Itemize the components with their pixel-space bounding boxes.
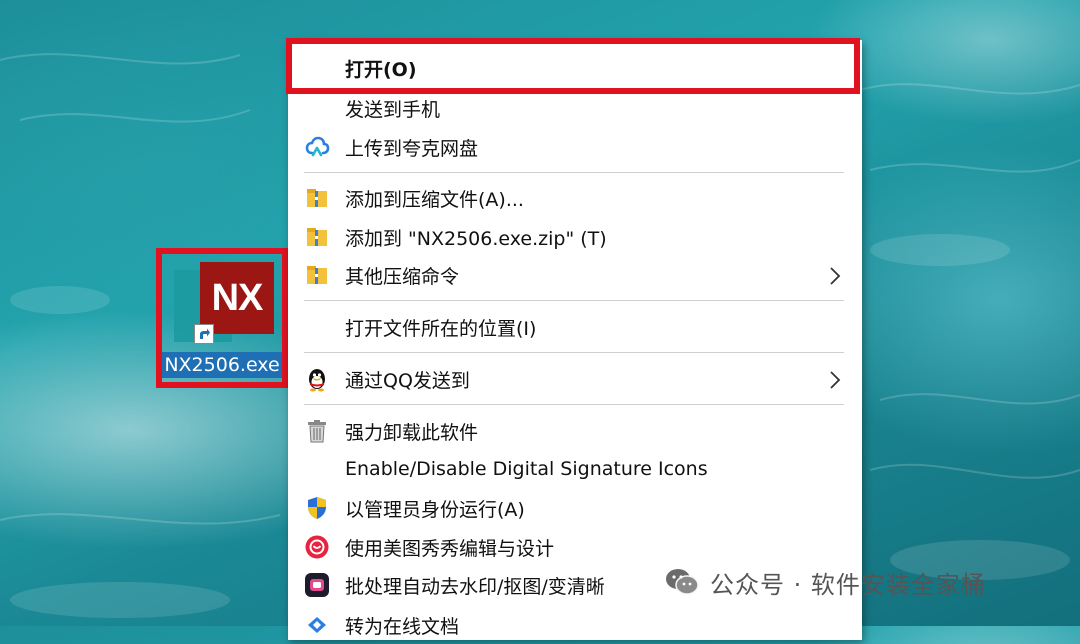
archive-icon bbox=[307, 266, 327, 284]
wechat-icon bbox=[666, 569, 699, 595]
menu-item-label: 发送到手机 bbox=[345, 98, 441, 121]
batch-edit-icon bbox=[305, 573, 329, 597]
menu-item-open[interactable]: 打开(O) bbox=[288, 49, 862, 87]
menu-separator bbox=[304, 404, 844, 405]
menu-item-label: 强力卸载此软件 bbox=[345, 421, 479, 444]
menu-item-add-to-zip[interactable]: 添加到 "NX2506.exe.zip" (T) bbox=[288, 218, 862, 256]
menu-item-force-uninstall[interactable]: 强力卸载此软件 bbox=[288, 412, 862, 450]
menu-item-label: 转为在线文档 bbox=[345, 615, 460, 638]
menu-item-label: 其他压缩命令 bbox=[345, 265, 460, 288]
qq-penguin-icon bbox=[309, 369, 325, 392]
archive-icon bbox=[307, 189, 327, 207]
menu-separator bbox=[304, 300, 844, 301]
menu-item-send-via-qq[interactable]: 通过QQ发送到 bbox=[288, 360, 862, 398]
menu-item-run-as-admin[interactable]: 以管理员身份运行(A) bbox=[288, 489, 862, 527]
online-doc-icon bbox=[308, 617, 326, 633]
context-menu: 打开(O) 发送到手机 上传到夸克网盘 添加到压缩文件(A)... 添加到 "N… bbox=[286, 38, 862, 640]
menu-item-label: 上传到夸克网盘 bbox=[345, 137, 479, 160]
desktop-icon-nx2506[interactable]: NX NX2506.exe bbox=[156, 248, 288, 388]
menu-item-label: 使用美图秀秀编辑与设计 bbox=[345, 537, 555, 560]
menu-item-label: 添加到 "NX2506.exe.zip" (T) bbox=[345, 227, 607, 250]
uac-shield-icon bbox=[308, 497, 326, 519]
menu-item-other-compress[interactable]: 其他压缩命令 bbox=[288, 256, 862, 294]
chevron-right-icon bbox=[830, 267, 841, 285]
menu-item-label: 打开文件所在的位置(I) bbox=[345, 317, 537, 340]
meitu-icon bbox=[305, 535, 329, 559]
menu-item-open-location[interactable]: 打开文件所在的位置(I) bbox=[288, 308, 862, 346]
menu-item-digital-signature-icons[interactable]: Enable/Disable Digital Signature Icons bbox=[288, 450, 862, 488]
menu-item-label: 通过QQ发送到 bbox=[345, 369, 470, 392]
desktop-icon-label: NX2506.exe bbox=[162, 352, 282, 378]
quark-cloud-icon bbox=[305, 136, 330, 157]
menu-separator bbox=[304, 352, 844, 353]
menu-item-add-archive[interactable]: 添加到压缩文件(A)... bbox=[288, 179, 862, 217]
menu-separator bbox=[304, 172, 844, 173]
menu-item-label: 批处理自动去水印/抠图/变清晰 bbox=[345, 575, 605, 598]
menu-item-label: Enable/Disable Digital Signature Icons bbox=[345, 458, 708, 480]
menu-item-label: 添加到压缩文件(A)... bbox=[345, 188, 524, 211]
menu-item-upload-quark[interactable]: 上传到夸克网盘 bbox=[288, 128, 862, 166]
chevron-right-icon bbox=[830, 371, 841, 389]
trash-icon bbox=[308, 420, 326, 443]
watermark: 公众号 · 软件安装全家桶 bbox=[664, 560, 986, 604]
menu-item-send-to-phone[interactable]: 发送到手机 bbox=[288, 89, 862, 127]
watermark-text: 公众号 · 软件安装全家桶 bbox=[710, 570, 986, 599]
menu-item-label: 以管理员身份运行(A) bbox=[345, 498, 525, 521]
menu-item-label: 打开(O) bbox=[345, 58, 417, 81]
menu-item-convert-online-doc[interactable]: 转为在线文档 bbox=[288, 606, 862, 644]
archive-icon bbox=[307, 228, 327, 246]
nx-app-shortcut-icon: NX bbox=[172, 260, 280, 346]
shortcut-arrow-icon bbox=[194, 324, 214, 344]
